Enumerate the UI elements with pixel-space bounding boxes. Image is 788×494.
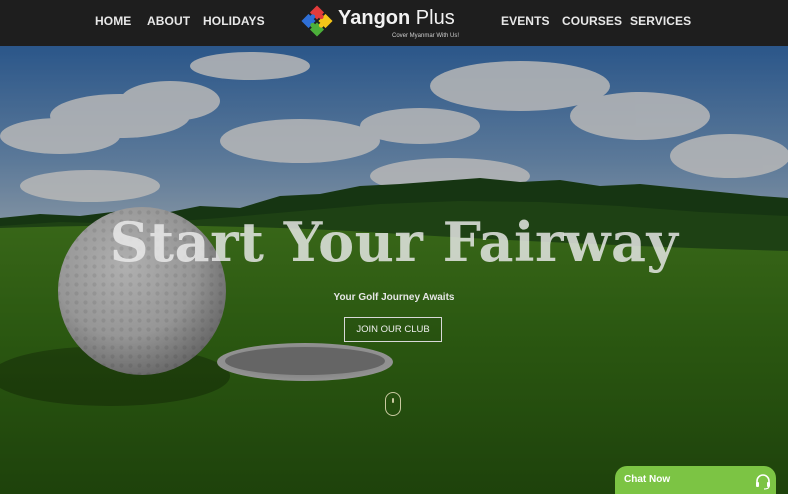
hero-subheading: Your Golf Journey Awaits <box>333 292 455 303</box>
mouse-scroll-icon[interactable] <box>385 392 401 416</box>
headset-icon <box>756 474 770 490</box>
site-logo[interactable]: Yangon Plus Cover Myanmar With Us! <box>300 3 460 43</box>
nav-events-link[interactable]: EVENTS <box>501 14 550 28</box>
join-club-button[interactable]: JOIN OUR CLUB <box>344 317 442 342</box>
chat-now-widget[interactable]: Chat Now <box>615 466 776 494</box>
logo-tagline: Cover Myanmar With Us! <box>392 33 460 39</box>
nav-about-link[interactable]: ABOUT <box>147 14 190 28</box>
nav-services-link[interactable]: SERVICES <box>630 14 691 28</box>
puzzle-logo-icon <box>301 5 333 37</box>
hero-section: Start Your Fairway Your Golf Journey Awa… <box>0 46 788 494</box>
nav-home-link[interactable]: HOME <box>95 14 131 28</box>
chat-now-label: Chat Now <box>624 474 671 485</box>
logo-wordmark: Yangon Plus <box>338 7 455 29</box>
nav-courses-link[interactable]: COURSES <box>562 14 622 28</box>
nav-holidays-link[interactable]: HOLIDAYS <box>203 14 265 28</box>
top-navigation: HOME ABOUT HOLIDAYS Yangon Plus Cover My… <box>0 0 788 46</box>
hero-headline: Start Your Fairway <box>109 210 679 274</box>
